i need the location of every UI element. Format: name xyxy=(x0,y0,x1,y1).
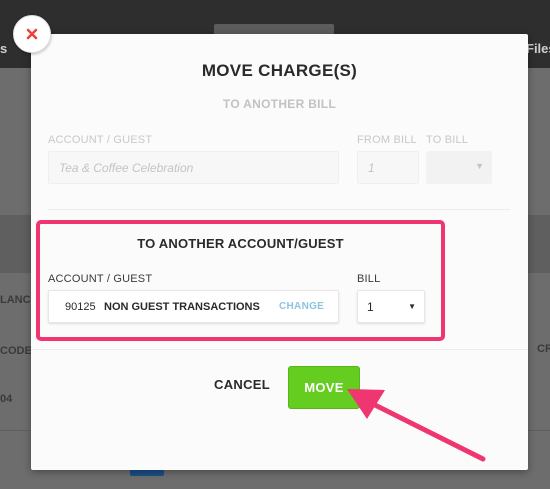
close-icon xyxy=(26,28,38,40)
modal-title: MOVE CHARGE(S) xyxy=(201,61,358,80)
from-bill-value: 1 xyxy=(368,161,375,175)
footer-divider xyxy=(31,349,528,350)
app-right-header-fragment: CR xyxy=(537,343,550,355)
account-number: 90125 xyxy=(65,301,96,313)
app-left-tab-fragment: s xyxy=(0,41,8,56)
caret-down-icon: ▼ xyxy=(408,302,416,311)
account-name: NON GUEST TRANSACTIONS xyxy=(104,301,260,313)
bill-select[interactable]: 1 ▼ xyxy=(357,290,425,323)
bill-label: BILL xyxy=(357,273,381,285)
section-divider xyxy=(48,209,510,210)
caret-down-icon: ▼ xyxy=(475,161,484,171)
to-another-account-heading: TO ANOTHER ACCOUNT/GUEST xyxy=(137,236,344,251)
to-bill-select: ▼ xyxy=(426,151,492,184)
cancel-button[interactable]: CANCEL xyxy=(203,377,281,397)
bill-select-value: 1 xyxy=(367,300,374,314)
arrow-annotation xyxy=(347,389,486,462)
from-bill-field: 1 xyxy=(357,151,419,184)
account-guest-label: ACCOUNT / GUEST xyxy=(48,273,153,285)
to-another-bill-heading: TO ANOTHER BILL xyxy=(222,97,337,111)
change-account-link[interactable]: CHANGE xyxy=(279,301,324,312)
app-code-header: CODE xyxy=(0,345,32,357)
from-bill-label: FROM BILL xyxy=(357,134,417,146)
close-button[interactable] xyxy=(13,15,51,53)
app-files-tab: Files xyxy=(526,41,550,56)
to-bill-label: TO BILL xyxy=(426,134,469,146)
account-guest-field-disabled: Tea & Coffee Celebration xyxy=(48,151,339,184)
account-guest-placeholder: Tea & Coffee Celebration xyxy=(59,161,194,175)
account-guest-field[interactable]: 90125 NON GUEST TRANSACTIONS CHANGE xyxy=(48,290,339,323)
account-guest-label-disabled: ACCOUNT / GUEST xyxy=(48,134,153,146)
app-code-value: 04 xyxy=(0,393,13,405)
